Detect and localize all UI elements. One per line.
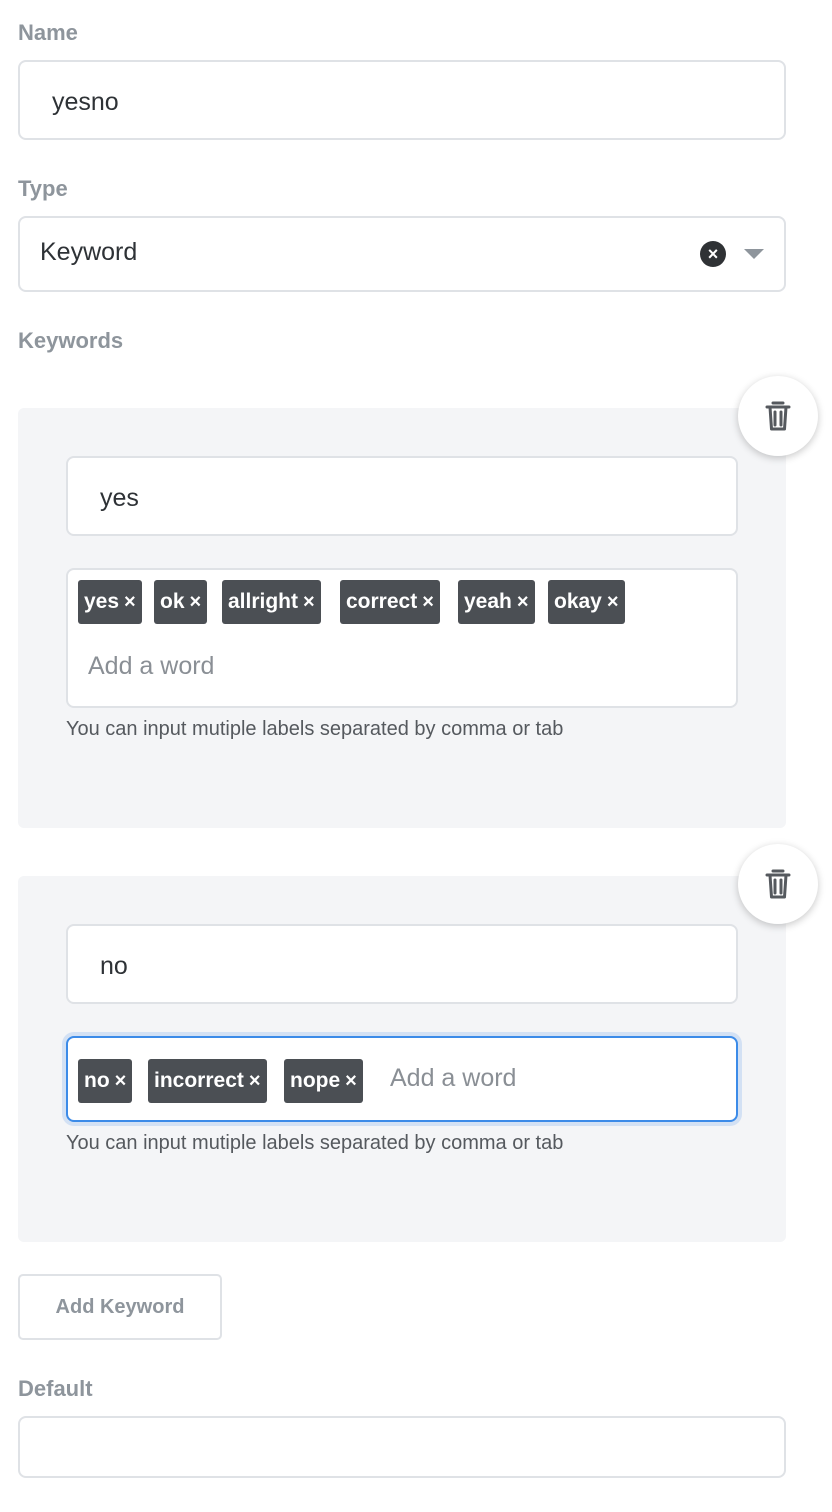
- delete-group-button[interactable]: [738, 844, 818, 924]
- close-icon[interactable]: ×: [517, 591, 529, 614]
- add-word-placeholder[interactable]: Add a word: [88, 652, 214, 681]
- close-icon[interactable]: ×: [124, 591, 136, 614]
- type-select[interactable]: Keyword ×: [18, 216, 786, 292]
- default-label: Default: [18, 1376, 93, 1401]
- chevron-down-icon[interactable]: [744, 249, 764, 259]
- close-icon[interactable]: ×: [190, 591, 202, 614]
- name-label: Name: [18, 20, 78, 45]
- close-icon[interactable]: ×: [422, 591, 434, 614]
- keywords-label: Keywords: [18, 328, 124, 353]
- keyword-tag[interactable]: yeah ×: [458, 580, 535, 624]
- keyword-tags-input[interactable]: yes × ok × allright × correct × yeah × okay × …: [66, 568, 738, 708]
- delete-group-button[interactable]: [738, 376, 818, 456]
- add-word-placeholder[interactable]: Add a word: [390, 1064, 516, 1093]
- keyword-name-input[interactable]: no: [66, 924, 738, 1004]
- close-icon[interactable]: ×: [303, 591, 315, 614]
- close-icon[interactable]: ×: [249, 1070, 261, 1093]
- add-keyword-button[interactable]: Add Keyword: [18, 1274, 222, 1340]
- keyword-tag[interactable]: no ×: [78, 1059, 133, 1103]
- keyword-name-value: yes: [100, 484, 139, 512]
- keyword-tags-input[interactable]: no × incorrect × nope × Add a word: [66, 1036, 738, 1122]
- type-label: Type: [18, 176, 68, 201]
- close-icon[interactable]: ×: [607, 591, 619, 614]
- clear-icon[interactable]: ×: [700, 241, 726, 267]
- trash-icon: [765, 401, 791, 431]
- name-input-value: yesno: [52, 88, 119, 116]
- keyword-tag[interactable]: allright ×: [222, 580, 321, 624]
- keyword-tag[interactable]: okay ×: [548, 580, 625, 624]
- keyword-tag[interactable]: correct ×: [340, 580, 440, 624]
- help-text: You can input mutiple labels separated b…: [66, 718, 564, 740]
- keyword-tag[interactable]: ok ×: [154, 580, 208, 624]
- keyword-tag[interactable]: nope ×: [284, 1059, 363, 1103]
- trash-icon: [765, 869, 791, 899]
- type-select-value: Keyword: [40, 238, 138, 266]
- help-text: You can input mutiple labels separated b…: [66, 1132, 564, 1154]
- default-input[interactable]: [18, 1416, 786, 1478]
- keyword-tag[interactable]: incorrect ×: [148, 1059, 267, 1103]
- keyword-tag[interactable]: yes ×: [78, 580, 142, 624]
- name-input[interactable]: yesno: [18, 60, 786, 140]
- close-icon[interactable]: ×: [345, 1070, 357, 1093]
- close-icon[interactable]: ×: [115, 1070, 127, 1093]
- keyword-name-input[interactable]: yes: [66, 456, 738, 536]
- keyword-name-value: no: [100, 952, 128, 980]
